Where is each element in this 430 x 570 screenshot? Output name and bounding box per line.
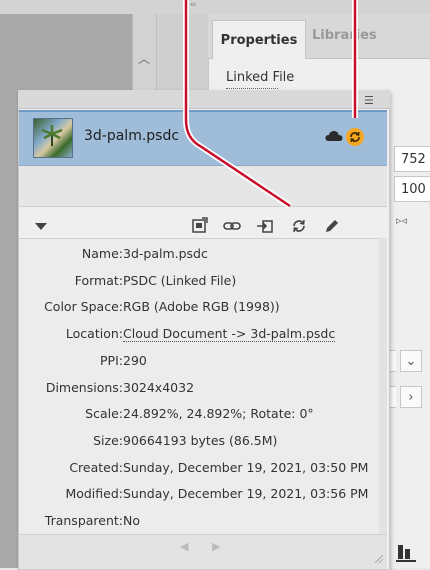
info-value: No <box>123 513 140 528</box>
resize-grip-icon[interactable] <box>372 552 384 564</box>
flip-icon[interactable]: ▹◃ <box>396 214 407 227</box>
scroll-up-icon[interactable]: ︿ <box>138 50 150 67</box>
info-label: Scale: <box>85 406 123 422</box>
info-row: Size: 90664193 bytes (86.5M) <box>19 433 379 456</box>
info-row: Dimensions: 3024x4032 <box>19 380 379 403</box>
section-heading-linked-file: Linked File <box>226 70 295 85</box>
info-label: Dimensions: <box>45 379 123 395</box>
info-row: Created: Sunday, December 19, 2021, 03:50… <box>19 460 379 483</box>
info-row: Modified: Sunday, December 19, 2021, 03:5… <box>19 486 379 509</box>
info-value: 290 <box>123 352 147 368</box>
scroll-left-icon[interactable]: ◀ <box>180 540 188 553</box>
sync-icon[interactable] <box>346 128 364 146</box>
relink-icon[interactable] <box>190 216 210 236</box>
location-link[interactable]: Cloud Document -> 3d-palm.psdc <box>123 326 336 343</box>
tab-properties[interactable]: Properties <box>212 20 306 59</box>
links-list-empty-area <box>19 166 387 207</box>
palm-thumbnail-icon <box>41 125 63 146</box>
show-link-info-toggle[interactable] <box>35 223 47 230</box>
info-value: RGB (Adobe RGB (1998)) <box>123 299 280 315</box>
info-value: Sunday, December 19, 2021, 03:56 PM <box>123 486 369 502</box>
panel-menu-icon[interactable]: ☰ <box>364 94 374 107</box>
info-label: Color Space: <box>44 299 123 315</box>
go-to-link-icon[interactable] <box>222 216 242 236</box>
update-link-icon[interactable] <box>289 216 309 236</box>
info-value: 3024x4032 <box>123 379 195 395</box>
info-label: Format: <box>74 272 123 288</box>
scroll-right-icon[interactable]: ▶ <box>212 540 220 553</box>
info-row: Color Space: RGB (Adobe RGB (1998)) <box>19 299 379 322</box>
info-label: Created: <box>69 459 123 475</box>
info-label: PPI: <box>100 352 123 368</box>
info-label: Size: <box>93 432 123 448</box>
align-bottom-icon[interactable] <box>395 543 419 563</box>
tab-libraries[interactable]: Libraries <box>312 28 377 43</box>
info-row: Transparent: No <box>19 513 379 536</box>
links-panel-titlebar[interactable] <box>18 90 390 109</box>
cloud-icon <box>325 131 343 141</box>
collapse-panels-icon[interactable]: ‹‹ <box>190 0 196 10</box>
heading-underline <box>226 88 278 89</box>
width-field[interactable]: 752 <box>394 146 430 172</box>
link-filename: 3d-palm.psdc <box>84 128 180 144</box>
chevron-down-icon[interactable]: ⌄ <box>400 350 422 372</box>
panel-footer <box>19 534 387 569</box>
info-label: Name: <box>81 246 123 261</box>
info-label: Transparent: <box>44 513 123 528</box>
info-row: PPI: 290 <box>19 353 379 376</box>
info-row: Format: PSDC (Linked File) <box>19 273 379 296</box>
info-label: Location: <box>65 326 123 342</box>
info-row: Location: Cloud Document -> 3d-palm.psdc <box>19 326 379 349</box>
info-row: Name: 3d-palm.psdc <box>19 246 379 269</box>
top-strip <box>0 0 430 14</box>
embed-link-icon[interactable] <box>255 216 275 236</box>
info-row: Scale: 24.892%, 24.892%; Rotate: 0° <box>19 406 379 429</box>
height-field[interactable]: 100 <box>394 176 430 202</box>
info-value: 24.892%, 24.892%; Rotate: 0° <box>123 406 314 422</box>
edit-original-icon[interactable] <box>322 216 342 236</box>
info-value: 90664193 bytes (86.5M) <box>123 432 278 448</box>
info-scrollbar[interactable] <box>379 238 387 534</box>
info-value: 3d-palm.psdc <box>123 246 208 261</box>
info-value: PSDC (Linked File) <box>123 272 237 288</box>
chevron-right-icon[interactable]: › <box>400 386 422 408</box>
info-label: Modified: <box>65 486 123 502</box>
info-value: Sunday, December 19, 2021, 03:50 PM <box>123 459 369 475</box>
